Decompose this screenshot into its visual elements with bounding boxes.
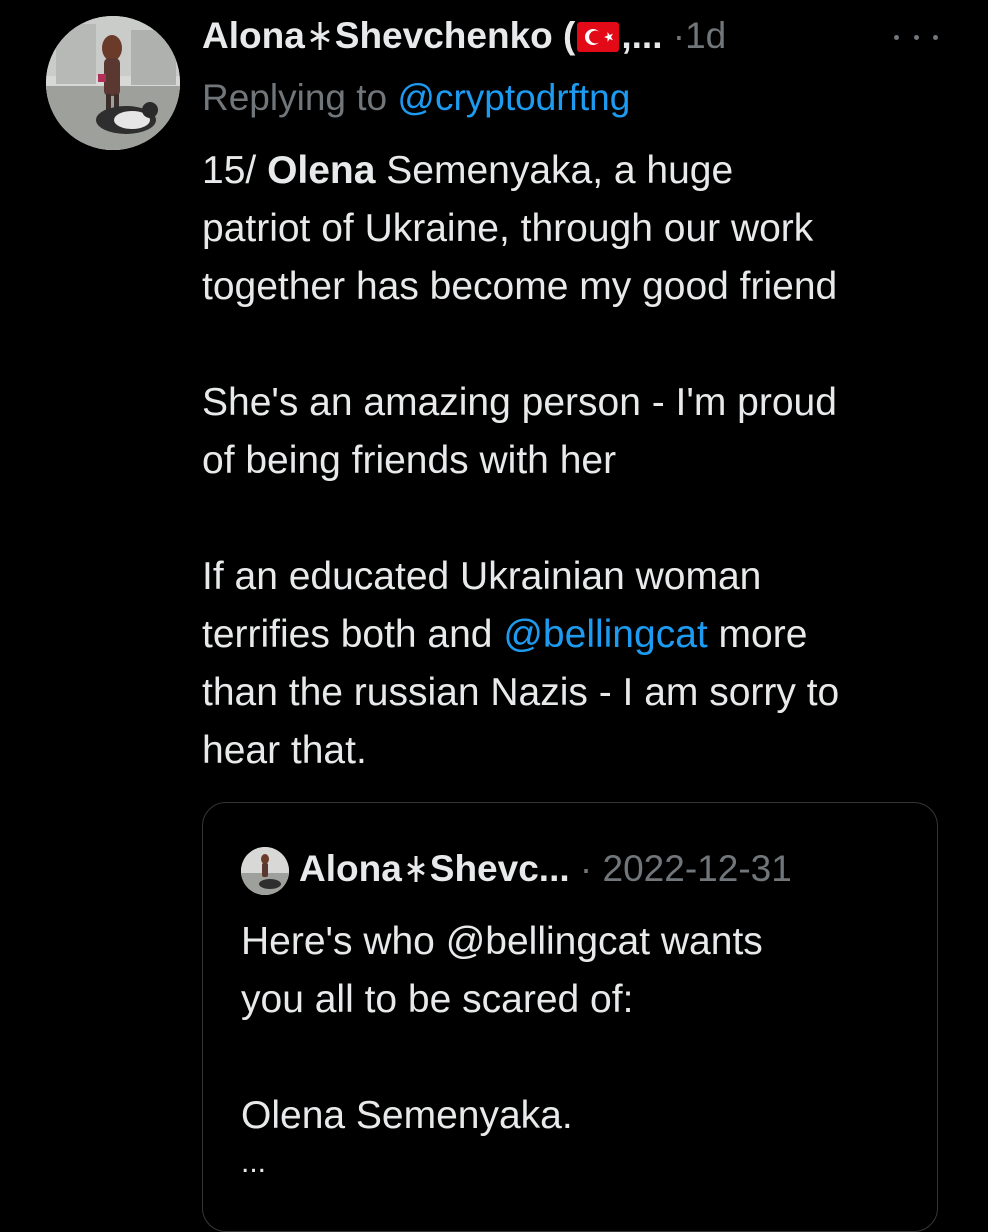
tweet-line: terrifies both and @bellingcat more: [202, 606, 962, 664]
tweet[interactable]: Alona Shevchenko (,... ·1d Replying to @c…: [0, 0, 988, 1232]
tweet-line: She's an amazing person - I'm proud: [202, 381, 837, 424]
tweet-line: hear that.: [202, 729, 367, 772]
tweet-line: patriot of Ukraine, through our work: [202, 207, 814, 250]
quoted-tweet-line: you all to be scared of:: [241, 978, 634, 1021]
more-options-icon[interactable]: [894, 22, 938, 52]
tweet-line: together has become my good friend: [202, 265, 838, 308]
quoted-tweet-line: Olena Semenyaka.: [241, 1094, 573, 1137]
tweet-header: Alona Shevchenko (,... ·1d: [202, 14, 942, 62]
quoted-tweet-date[interactable]: 2022-12-31: [603, 848, 792, 889]
quoted-author-name-truncated[interactable]: Shevc...: [430, 848, 570, 889]
turkey-flag-icon: [577, 22, 620, 52]
tweet-line: If an educated Ukrainian woman: [202, 555, 762, 598]
tweet-bold-name: Olena: [267, 149, 376, 192]
quoted-author-avatar[interactable]: [241, 847, 289, 895]
tweet-line-rest: more: [707, 613, 808, 656]
tweet-line: of being friends with her: [202, 439, 617, 482]
quoted-tweet-line: Here's who @bellingcat wants: [241, 920, 763, 963]
quoted-author-name[interactable]: Alona: [299, 848, 402, 889]
tweet-line: 15/ Olena Semenyaka, a huge: [202, 142, 962, 200]
tweet-line-prefix: 15/: [202, 149, 268, 192]
tweet-line-rest: Semenyaka, a huge: [375, 149, 734, 192]
header-separator: ·: [672, 15, 686, 56]
tweet-timestamp[interactable]: 1d: [685, 15, 726, 56]
quoted-tweet-header: Alona Shevc... · 2022-12-31: [299, 843, 792, 895]
author-avatar[interactable]: [46, 16, 180, 150]
quoted-header-separator: ·: [579, 848, 593, 889]
bellingcat-mention-link[interactable]: @bellingcat: [503, 613, 707, 656]
wolfsangel-icon: [406, 855, 426, 883]
replying-prefix: Replying to: [202, 77, 398, 118]
wolfsangel-icon: [309, 21, 331, 51]
author-name[interactable]: Alona: [202, 15, 305, 56]
author-name-truncated[interactable]: ,...: [621, 15, 662, 56]
quoted-tweet-text: Here's who @bellingcat wants you all to …: [241, 913, 921, 1181]
quoted-tweet[interactable]: Alona Shevc... · 2022-12-31 Here's who @b…: [202, 802, 938, 1232]
tweet-line-prefix: terrifies both and: [202, 613, 504, 656]
tweet-line: than the russian Nazis - I am sorry to: [202, 671, 840, 714]
author-name-surname[interactable]: Shevchenko (: [335, 15, 576, 56]
quoted-tweet-truncation: ...: [241, 1146, 267, 1179]
replying-to: Replying to @cryptodrftng: [202, 76, 630, 120]
replying-handle-link[interactable]: @cryptodrftng: [397, 77, 630, 118]
tweet-text: 15/ Olena Semenyaka, a huge patriot of U…: [202, 142, 962, 780]
